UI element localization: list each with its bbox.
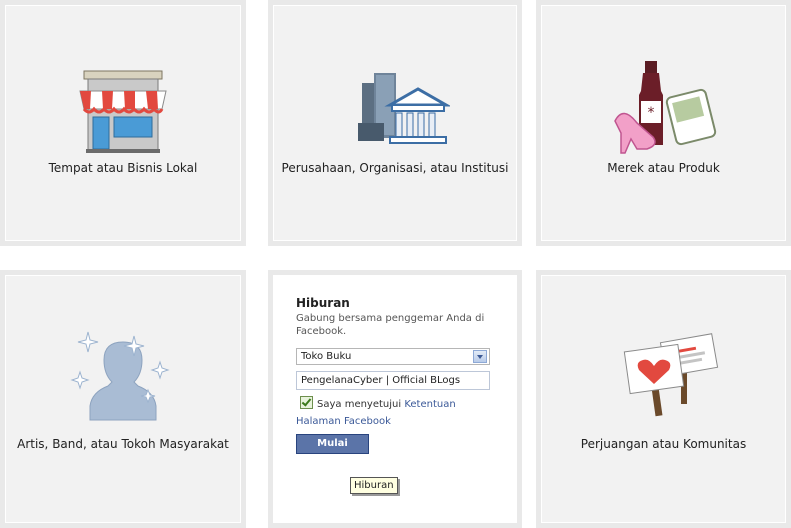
form-description: Gabung bersama penggemar Anda di Faceboo… — [296, 313, 485, 337]
person-silhouette-icon — [70, 331, 170, 421]
category-select[interactable]: Toko Buku — [296, 348, 490, 365]
category-tile-brand[interactable]: * Merek atau Produk — [536, 0, 791, 246]
svg-text:*: * — [647, 105, 654, 121]
tile-label: Tempat atau Bisnis Lokal — [48, 161, 198, 175]
category-tile-entertainment: Hiburan Gabung bersama penggemar Anda di… — [268, 270, 522, 528]
form-title: Hiburan — [296, 296, 350, 310]
storefront-icon — [79, 70, 167, 153]
buildings-icon — [358, 73, 450, 144]
tile-panel: Tempat atau Bisnis Lokal — [5, 5, 241, 241]
tile-label: Perjuangan atau Komunitas — [580, 437, 747, 451]
start-button[interactable]: Mulai — [296, 434, 369, 454]
tooltip: Hiburan — [350, 477, 398, 494]
category-tile-local-business[interactable]: Tempat atau Bisnis Lokal — [0, 0, 246, 246]
tile-label: Artis, Band, atau Tokoh Masyarakat — [17, 437, 229, 451]
products-icon: * — [613, 61, 716, 154]
category-tile-cause[interactable]: Perjuangan atau Komunitas — [536, 270, 791, 528]
tile-panel: Artis, Band, atau Tokoh Masyarakat — [5, 275, 241, 523]
tile-panel: Perjuangan atau Komunitas — [541, 275, 786, 523]
tile-panel: Hiburan Gabung bersama penggemar Anda di… — [273, 275, 517, 523]
terms-row: Saya menyetujui Ketentuan Halaman Facebo… — [296, 396, 496, 430]
terms-checkbox[interactable] — [300, 396, 313, 409]
tile-label: Merek atau Produk — [607, 161, 720, 175]
tile-panel: * Merek atau Produk — [541, 5, 786, 241]
category-tile-artist[interactable]: Artis, Band, atau Tokoh Masyarakat — [0, 270, 246, 528]
protest-signs-icon — [623, 333, 718, 417]
category-tile-company[interactable]: Perusahaan, Organisasi, atau Institusi — [268, 0, 522, 246]
tile-panel: Perusahaan, Organisasi, atau Institusi — [273, 5, 517, 241]
create-page-form: Hiburan Gabung bersama penggemar Anda di… — [296, 296, 496, 454]
category-select-value: Toko Buku — [301, 351, 352, 362]
chevron-down-icon[interactable] — [473, 350, 487, 363]
tile-label: Perusahaan, Organisasi, atau Institusi — [281, 161, 509, 175]
page-name-input[interactable] — [296, 371, 490, 390]
terms-text: Saya menyetujui — [317, 399, 402, 410]
